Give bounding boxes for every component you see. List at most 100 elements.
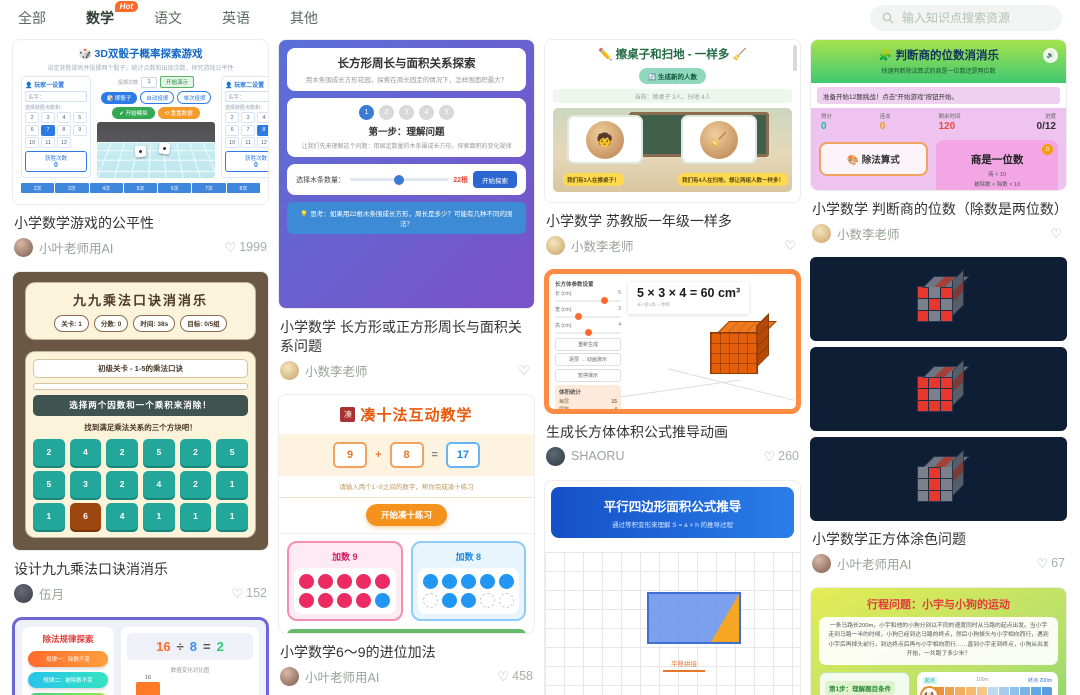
number-cell[interactable]: 7	[41, 125, 55, 136]
search-input[interactable]	[900, 10, 1050, 26]
graph-paper-canvas[interactable]: 平移拼接	[545, 552, 800, 695]
one-digit-panel[interactable]: 0 商是一位数 商 < 10 被除数 < 除数 × 10	[936, 140, 1058, 191]
card-title[interactable]: 小学数学 苏教版一年级一样多	[546, 212, 799, 231]
author-name[interactable]: 小数李老师	[837, 224, 900, 243]
like-count[interactable]: ♡ 1999	[225, 240, 267, 254]
volume-preview[interactable]: 长方体参数设置 长 (cm)5宽 (cm)3高 (cm)4 重新生成逐层 → 动…	[544, 269, 801, 414]
mode-button[interactable]: 自动投掷	[140, 91, 174, 104]
number-cell[interactable]: 3	[241, 112, 255, 123]
card-title[interactable]: 小学数学 判断商的位数（除数是两位数）	[812, 200, 1065, 219]
rule2-button[interactable]: 规律二：被除数不变	[28, 672, 108, 688]
card-dice-probability[interactable]: 🎲 3D双骰子概率探索游戏 设定获胜规则并投掷两个骰子，统计点数和出现次数，探究…	[12, 39, 269, 259]
card-title[interactable]: 小学数学 长方形或正方形周长与面积关系问题	[280, 318, 533, 356]
tab-english[interactable]: 英语	[222, 8, 250, 28]
sidebar-button[interactable]: 重新生成	[555, 338, 621, 351]
number-tile[interactable]: 2	[106, 471, 138, 498]
number-tile[interactable]: 2	[180, 439, 212, 466]
like-count[interactable]: ♡ 260	[763, 449, 799, 463]
card-multiplication-match[interactable]: 九九乘法口诀消消乐 关卡: 1分数: 0时间: 38s目标: 0/5组 初级关卡…	[12, 271, 269, 605]
number-cell[interactable]: 8	[257, 125, 269, 136]
reset-button[interactable]: ⟲ 重置数据	[158, 107, 200, 119]
author-name[interactable]: 小叶老师用AI	[39, 238, 113, 257]
slider-handle[interactable]	[601, 297, 608, 304]
cube-panel-1[interactable]	[810, 257, 1067, 341]
journey-preview[interactable]: 行程问题：小宇与小狗的运动 一条马路长200m，小宇和他的小狗分别以不同的速度同…	[810, 587, 1067, 695]
like-count[interactable]: ♡	[518, 364, 533, 377]
slider-track[interactable]	[555, 316, 621, 318]
make-ten-preview[interactable]: 凑 凑十法互动教学 9 + 8 = 17 请输入两个1~9之间的数字，帮你完成凑…	[278, 394, 535, 634]
like-count[interactable]: ♡	[784, 239, 799, 252]
like-count[interactable]: ♡	[1050, 227, 1065, 240]
card-cube-painting[interactable]: 小学数学正方体涂色问题 小叶老师用AI ♡ 67	[810, 257, 1067, 575]
sidebar-button[interactable]: 逐层 → 动画演示	[555, 353, 621, 366]
author-name[interactable]: 小叶老师用AI	[837, 554, 911, 573]
mode-button[interactable]: 单次投掷	[177, 91, 211, 104]
card-title[interactable]: 设计九九乘法口诀消消乐	[14, 560, 267, 579]
number-cell[interactable]: 12	[257, 137, 269, 148]
number-cell[interactable]: 6	[225, 125, 239, 136]
tab-chinese[interactable]: 语文	[154, 8, 182, 28]
number-cell[interactable]: 2	[225, 112, 239, 123]
number-cell[interactable]: 10	[225, 137, 239, 148]
number-tile[interactable]: 1	[216, 503, 248, 530]
tab-other[interactable]: 其他	[290, 8, 318, 28]
number-tile[interactable]: 1	[216, 471, 248, 498]
like-count[interactable]: ♡ 458	[497, 669, 533, 683]
translate-caption[interactable]: 平移拼接	[663, 658, 705, 672]
author-name[interactable]: 伍月	[39, 584, 64, 603]
number-tile[interactable]: 1	[143, 503, 175, 530]
number-tile[interactable]: 5	[33, 471, 65, 498]
start-practice-button[interactable]: 开始凑十练习	[366, 504, 447, 526]
demo-button[interactable]: 开始演示	[160, 76, 194, 88]
generate-button[interactable]: 🔄 生成新的人数	[639, 68, 706, 84]
number-cell[interactable]: 5	[73, 112, 87, 123]
division-expression-panel[interactable]: 🎨 除法算式	[819, 142, 928, 176]
author-name[interactable]: 小数李老师	[305, 361, 368, 380]
start-sim-button[interactable]: ✔ 开始模拟	[112, 107, 154, 119]
card-division-rules[interactable]: 除法规律探索 规律一：除数不变 规律二：被除数不变 规律三：商不变规律 快速示例…	[12, 617, 269, 695]
like-count[interactable]: ♡ 67	[1036, 556, 1065, 570]
card-same-amount[interactable]: ✏️ 擦桌子和扫地 - 一样多 🧹 🔄 生成新的人数 当前：擦桌子 3人，扫地 …	[544, 39, 801, 257]
number-cell[interactable]: 4	[257, 112, 269, 123]
card-title[interactable]: 生成长方体体积公式推导动画	[546, 423, 799, 442]
number-cell[interactable]: 7	[241, 125, 255, 136]
slider-handle[interactable]	[585, 329, 592, 336]
slider-handle[interactable]	[575, 313, 582, 320]
player2-name-input[interactable]: 名字：	[225, 91, 269, 102]
perimeter-preview[interactable]: 长方形周长与面积关系探索 用木条围成长方形花园，探索在周长固定的情况下，怎样围面…	[278, 39, 535, 309]
cube-panel-3[interactable]	[810, 437, 1067, 521]
number-cell[interactable]: 9	[73, 125, 87, 136]
number-tile[interactable]: 4	[70, 439, 102, 466]
author-name[interactable]: 小叶老师用AI	[305, 667, 379, 686]
number-tile[interactable]: 1	[33, 503, 65, 530]
explore-button[interactable]: 开始探索	[473, 171, 517, 188]
volume-canvas[interactable]: 5 × 3 × 4 = 60 cm³ 长×宽×高 = 体积	[626, 280, 790, 403]
card-quotient-digits[interactable]: 🧩 判断商的位数消消乐 快速判断除法算式的商是一位数还是两位数 🔊 准备开始12…	[810, 39, 1067, 245]
quotient-preview[interactable]: 🧩 判断商的位数消消乐 快速判断除法算式的商是一位数还是两位数 🔊 准备开始12…	[810, 39, 1067, 191]
card-perimeter-area[interactable]: 长方形周长与面积关系探索 用木条围成长方形花园，探索在周长固定的情况下，怎样围面…	[278, 39, 535, 382]
dice-preview[interactable]: 🎲 3D双骰子概率探索游戏 设定获胜规则并投掷两个骰子，统计点数和出现次数，探究…	[12, 39, 269, 205]
number-tile[interactable]: 3	[70, 471, 102, 498]
card-parallelogram[interactable]: 平行四边形面积公式推导 通过等积变形来理解 S = a × h 的推导过程 平移…	[544, 480, 801, 695]
number-cell[interactable]: 10	[25, 137, 39, 148]
same-amount-preview[interactable]: ✏️ 擦桌子和扫地 - 一样多 🧹 🔄 生成新的人数 当前：擦桌子 3人，扫地 …	[544, 39, 801, 203]
sound-toggle-button[interactable]: 🔊	[1043, 48, 1058, 63]
number-cell[interactable]: 2	[25, 112, 39, 123]
number-cell[interactable]: 11	[41, 137, 55, 148]
division-preview[interactable]: 除法规律探索 规律一：除数不变 规律二：被除数不变 规律三：商不变规律 快速示例…	[12, 617, 269, 695]
tab-all[interactable]: 全部	[18, 8, 46, 28]
cube-panel-2[interactable]	[810, 347, 1067, 431]
slider-track[interactable]	[555, 300, 621, 302]
sidebar-button[interactable]: 暂停演示	[555, 369, 621, 382]
like-count[interactable]: ♡ 152	[231, 586, 267, 600]
addend-a-input[interactable]: 9	[333, 442, 367, 468]
author-name[interactable]: SHAORU	[571, 449, 624, 463]
number-tile[interactable]: 4	[143, 471, 175, 498]
number-tile[interactable]: 5	[143, 439, 175, 466]
number-cell[interactable]: 6	[25, 125, 39, 136]
card-make-ten[interactable]: 凑 凑十法互动教学 9 + 8 = 17 请输入两个1~9之间的数字，帮你完成凑…	[278, 394, 535, 688]
scrollbar-thumb[interactable]	[793, 45, 797, 71]
number-cell[interactable]: 3	[41, 112, 55, 123]
card-title[interactable]: 小学数学正方体涂色问题	[812, 530, 1065, 549]
number-tile[interactable]: 5	[216, 439, 248, 466]
